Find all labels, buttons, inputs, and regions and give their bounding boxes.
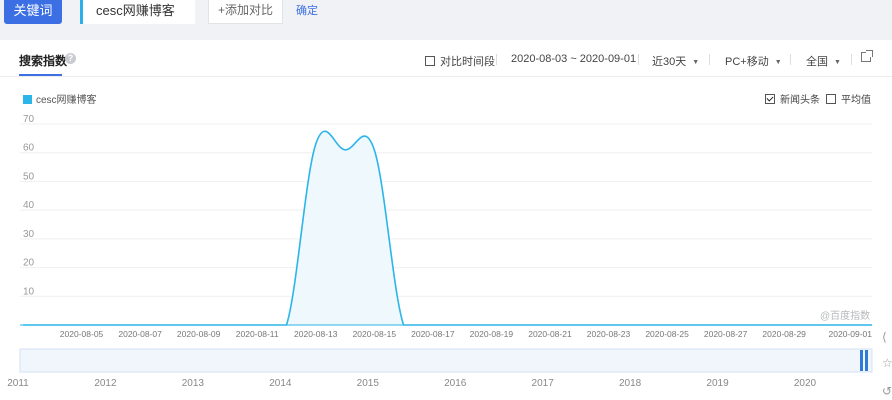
x-tick-label: 2020-08-05 bbox=[60, 329, 104, 339]
x-tick-label: 2020-08-17 bbox=[411, 329, 455, 339]
share-icon[interactable]: ⟨ bbox=[882, 330, 892, 344]
x-tick-label: 2020-08-29 bbox=[762, 329, 806, 339]
search-index-card: 搜索指数 ? 对比时间段 2020-08-03 ~ 2020-09-01 近30… bbox=[0, 40, 892, 400]
x-tick-label: 2020-08-07 bbox=[118, 329, 162, 339]
x-tick-label: 2020-08-25 bbox=[645, 329, 689, 339]
x-tick-label: 2020-08-13 bbox=[294, 329, 338, 339]
x-tick-label: 2020-08-15 bbox=[353, 329, 397, 339]
y-tick-label: 30 bbox=[23, 229, 35, 240]
keyword-input[interactable]: cesc网赚博客 bbox=[80, 0, 195, 24]
confirm-link[interactable]: 确定 bbox=[296, 2, 318, 18]
x-tick-label: 2020-08-11 bbox=[236, 329, 279, 339]
overview-year-label: 2019 bbox=[706, 378, 729, 389]
baidu-index-watermark: @百度指数 bbox=[820, 311, 871, 322]
y-tick-label: 40 bbox=[23, 200, 35, 211]
overview-year-label: 2015 bbox=[357, 378, 380, 389]
x-tick-label: 2020-08-23 bbox=[587, 329, 631, 339]
overview-year-label: 2014 bbox=[269, 378, 292, 389]
slider-handle-right bbox=[865, 350, 868, 371]
overview-year-label: 2018 bbox=[619, 378, 642, 389]
y-tick-label: 10 bbox=[23, 286, 35, 297]
x-tick-label: 2020-08-27 bbox=[704, 329, 748, 339]
star-icon[interactable]: ☆ bbox=[882, 356, 892, 370]
search-index-chart[interactable]: 10 20 30 40 50 60 70 2020-08-05 2020-08-07 2020-0… bbox=[0, 40, 892, 400]
overview-year-label: 2016 bbox=[444, 378, 467, 389]
x-tick-label: 2020-09-01 bbox=[829, 329, 873, 339]
top-toolbar: 关键词 cesc网赚博客 +添加对比 确定 bbox=[0, 0, 892, 34]
feedback-icon[interactable]: ↺ bbox=[882, 384, 892, 398]
overview-range-slider bbox=[19, 348, 873, 373]
slider-handle-left bbox=[860, 350, 863, 371]
add-compare-button[interactable]: +添加对比 bbox=[208, 0, 283, 24]
x-tick-label: 2020-08-19 bbox=[470, 329, 514, 339]
y-tick-label: 50 bbox=[23, 171, 35, 182]
x-tick-label: 2020-08-09 bbox=[177, 329, 221, 339]
y-tick-label: 20 bbox=[23, 258, 35, 269]
x-tick-label: 2020-08-21 bbox=[528, 329, 572, 339]
overview-year-label: 2012 bbox=[94, 378, 117, 389]
overview-year-label: 2020 bbox=[794, 378, 817, 389]
overview-year-label: 2013 bbox=[182, 378, 205, 389]
overview-year-label: 2011 bbox=[7, 378, 29, 389]
y-tick-label: 70 bbox=[23, 114, 35, 125]
y-tick-label: 60 bbox=[23, 143, 35, 154]
keyword-button[interactable]: 关键词 bbox=[4, 0, 62, 24]
overview-year-label: 2017 bbox=[532, 378, 555, 389]
